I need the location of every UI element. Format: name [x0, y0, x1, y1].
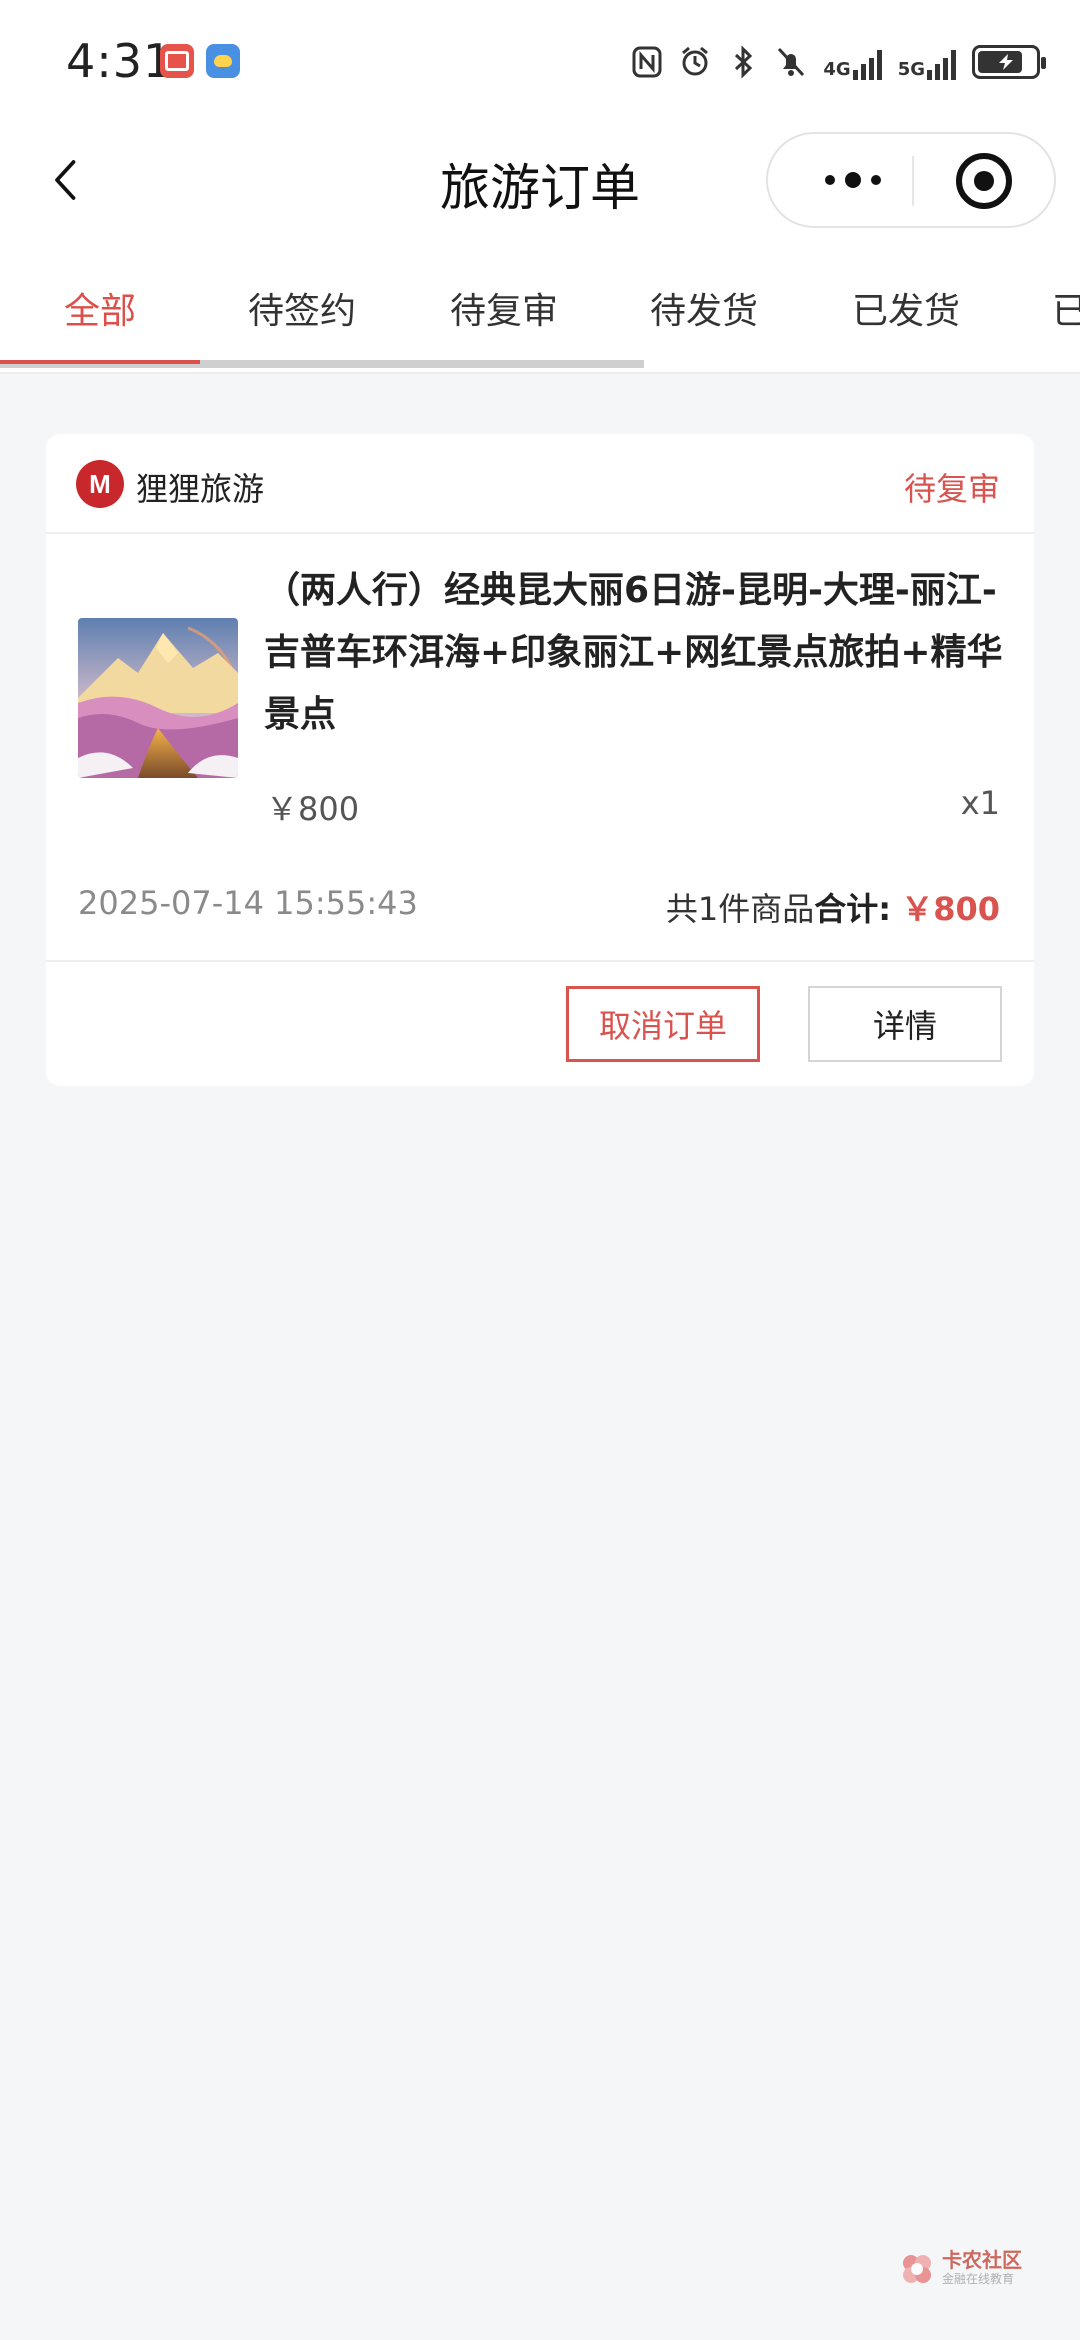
close-mini-program-button[interactable] — [956, 153, 1012, 209]
watermark-text: 卡农社区 — [942, 2248, 1022, 2272]
tab-shipped[interactable]: 已发货 — [852, 282, 960, 334]
mini-program-capsule — [766, 132, 1056, 228]
store-name: 狸狸旅游 — [136, 470, 265, 508]
tab-pending-shipment[interactable]: 待发货 — [650, 282, 758, 334]
signal-bars-icon — [927, 48, 956, 80]
alarm-icon — [679, 45, 711, 79]
signal-4g: 4G — [823, 44, 882, 80]
notes-app-icon — [160, 44, 194, 78]
status-time: 4:31 — [66, 34, 174, 88]
tab-more[interactable]: 已 — [1052, 282, 1080, 334]
store-logo-icon: M — [76, 460, 124, 508]
mute-icon — [775, 45, 807, 79]
watermark-logo-icon — [900, 2252, 934, 2286]
order-status-badge: 待复审 — [903, 470, 1000, 508]
active-tab-indicator — [0, 360, 200, 364]
store-header: M 狸狸旅游 待复审 — [46, 434, 1034, 534]
order-detail-button[interactable]: 详情 — [808, 986, 1002, 1062]
nav-bar: 旅游订单 — [0, 122, 1080, 240]
order-timestamp: 2025-07-14 15:55:43 — [78, 884, 418, 922]
network-type-2: 5G — [897, 59, 925, 80]
status-bar: 4:31 4G 5G — [0, 0, 1080, 122]
order-card: M 狸狸旅游 待复审 （两人行）经典昆大丽6日游-昆明-大理-丽江-吉普车环洱海… — [46, 434, 1034, 1086]
tab-all[interactable]: 全部 — [64, 282, 136, 334]
item-count: 共1件商品 — [665, 890, 815, 928]
more-dots-icon — [825, 175, 835, 185]
total-label: 合计: — [814, 890, 892, 928]
tab-pending-sign[interactable]: 待签约 — [248, 282, 356, 334]
battery-icon — [972, 45, 1046, 79]
order-status-tabs: 全部 待签约 待复审 待发货 已发货 已 — [0, 240, 1080, 374]
product-title[interactable]: （两人行）经典昆大丽6日游-昆明-大理-丽江-吉普车环洱海+印象丽江+网红景点旅… — [264, 560, 1004, 746]
capsule-divider — [912, 156, 914, 206]
weather-app-icon — [206, 44, 240, 78]
nfc-icon — [631, 45, 663, 79]
order-summary: 共1件商品合计: ￥800 — [666, 884, 1000, 930]
network-type-1: 4G — [823, 59, 851, 80]
product-price: ￥800 — [266, 790, 360, 828]
status-icons: 4G 5G — [631, 40, 1046, 84]
more-button[interactable] — [798, 134, 908, 226]
watermark: 卡农社区 金融在线教育 — [900, 2250, 1022, 2287]
tab-pending-review[interactable]: 待复审 — [450, 282, 558, 334]
card-divider — [46, 960, 1034, 962]
watermark-subtext: 金融在线教育 — [942, 2272, 1015, 2286]
cancel-order-button[interactable]: 取消订单 — [566, 986, 760, 1062]
signal-bars-icon — [852, 48, 882, 80]
product-thumbnail[interactable] — [78, 618, 238, 778]
signal-5g: 5G — [898, 44, 956, 80]
total-amount: ￥800 — [901, 890, 1000, 928]
bluetooth-icon — [727, 45, 759, 79]
product-quantity: x1 — [960, 784, 1000, 822]
